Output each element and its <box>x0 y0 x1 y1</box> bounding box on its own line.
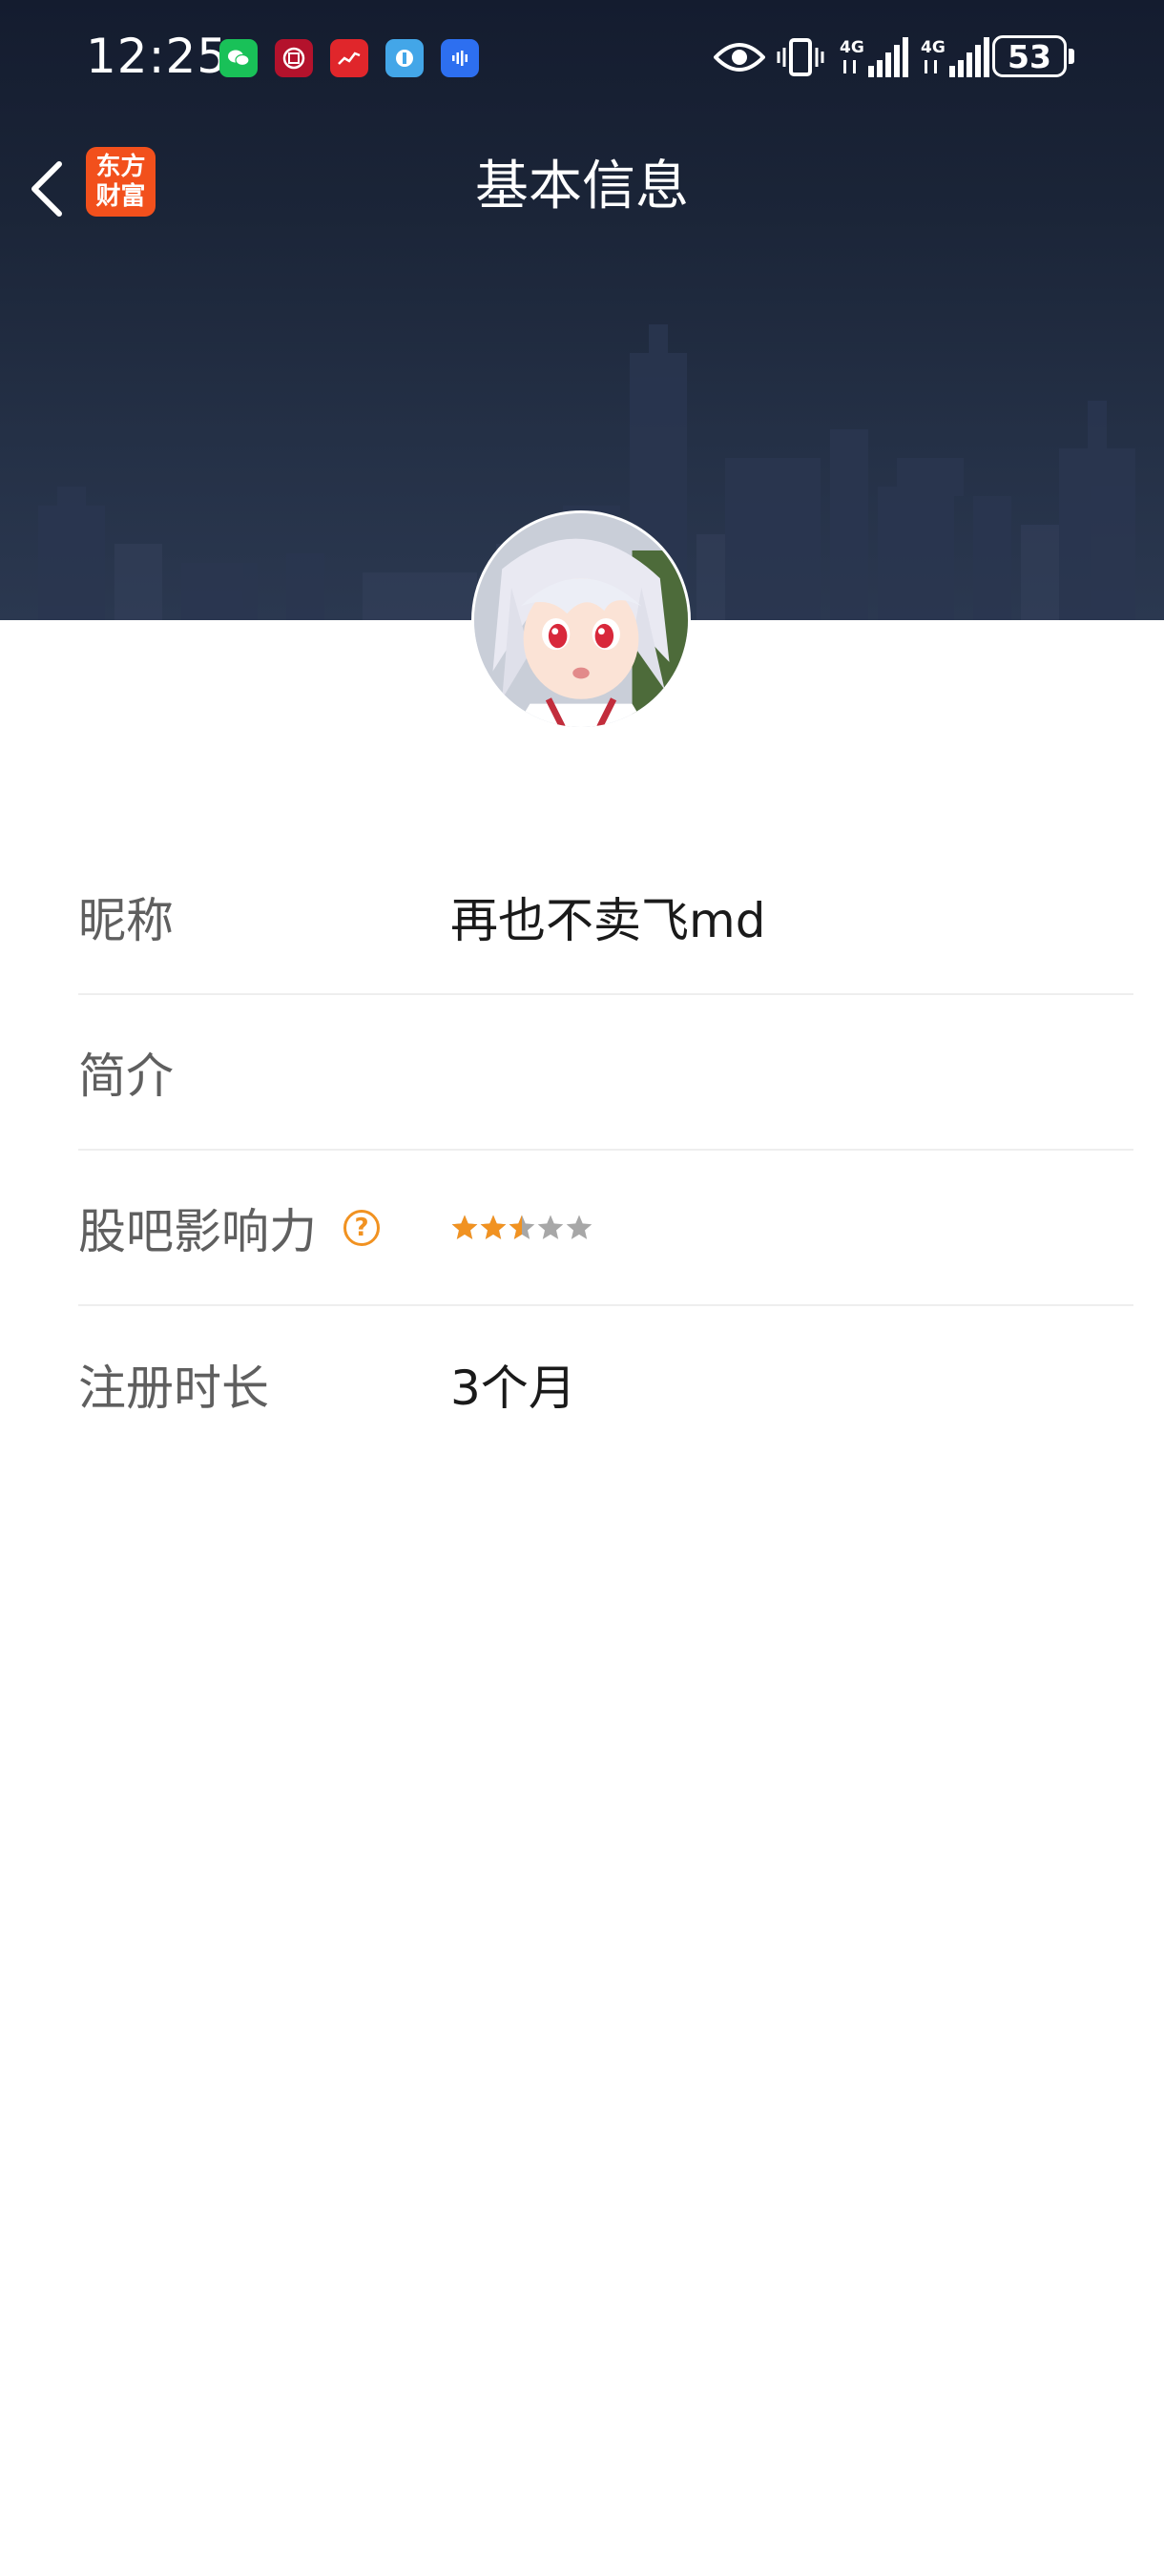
star-icon <box>537 1215 564 1239</box>
voice-app-icon <box>441 39 479 77</box>
battery-indicator: 53 <box>992 35 1067 77</box>
wechat-icon <box>219 39 258 77</box>
eye-icon <box>714 32 765 82</box>
question-circle-icon[interactable]: ? <box>343 1209 380 1246</box>
vibrate-icon <box>777 32 824 82</box>
influence-row: 股吧影响力 ? <box>78 1151 1133 1306</box>
profile-screen: 12:25 4G 4G 53 东方 财富 基本信息 昵称 再也不卖飞md 简介 … <box>0 0 1164 2576</box>
nickname-value: 再也不卖飞md <box>450 892 766 948</box>
bio-row[interactable]: 简介 <box>78 995 1133 1151</box>
star-icon <box>480 1215 507 1239</box>
avatar[interactable] <box>471 510 691 730</box>
bio-label: 简介 <box>78 1048 174 1104</box>
battery-tip <box>1069 49 1074 64</box>
status-bar: 12:25 4G 4G 53 <box>0 0 1164 114</box>
influence-label-group: 股吧影响力 ? <box>78 1194 450 1262</box>
profile-info-list: 昵称 再也不卖飞md 简介 股吧影响力 ? 注册时长 3个月 <box>78 840 1133 1462</box>
star-icon <box>566 1215 592 1239</box>
star-icon <box>451 1215 478 1239</box>
signal-icon: 4G <box>840 32 908 82</box>
influence-label: 股吧影响力 <box>78 1203 317 1259</box>
registration-duration-label: 注册时长 <box>78 1360 269 1416</box>
network-type-label: 4G <box>921 38 946 57</box>
star-icon <box>509 1215 535 1239</box>
signal-icon: 4G <box>921 32 989 82</box>
network-type-label: 4G <box>840 38 864 57</box>
nickname-label: 昵称 <box>78 892 174 948</box>
influence-rating <box>450 1214 593 1242</box>
nickname-row[interactable]: 昵称 再也不卖飞md <box>78 840 1133 995</box>
navigation-bar: 东方 财富 基本信息 <box>0 134 1164 239</box>
page-title: 基本信息 <box>475 156 689 218</box>
app-icon-blue <box>385 39 424 77</box>
registration-duration-value: 3个月 <box>450 1360 576 1416</box>
bank-icon <box>275 39 313 77</box>
stock-app-icon <box>330 39 368 77</box>
registration-duration-row: 注册时长 3个月 <box>78 1306 1133 1462</box>
battery-level: 53 <box>1008 37 1051 75</box>
status-time: 12:25 <box>86 29 229 84</box>
user-avatar-image <box>474 513 688 727</box>
